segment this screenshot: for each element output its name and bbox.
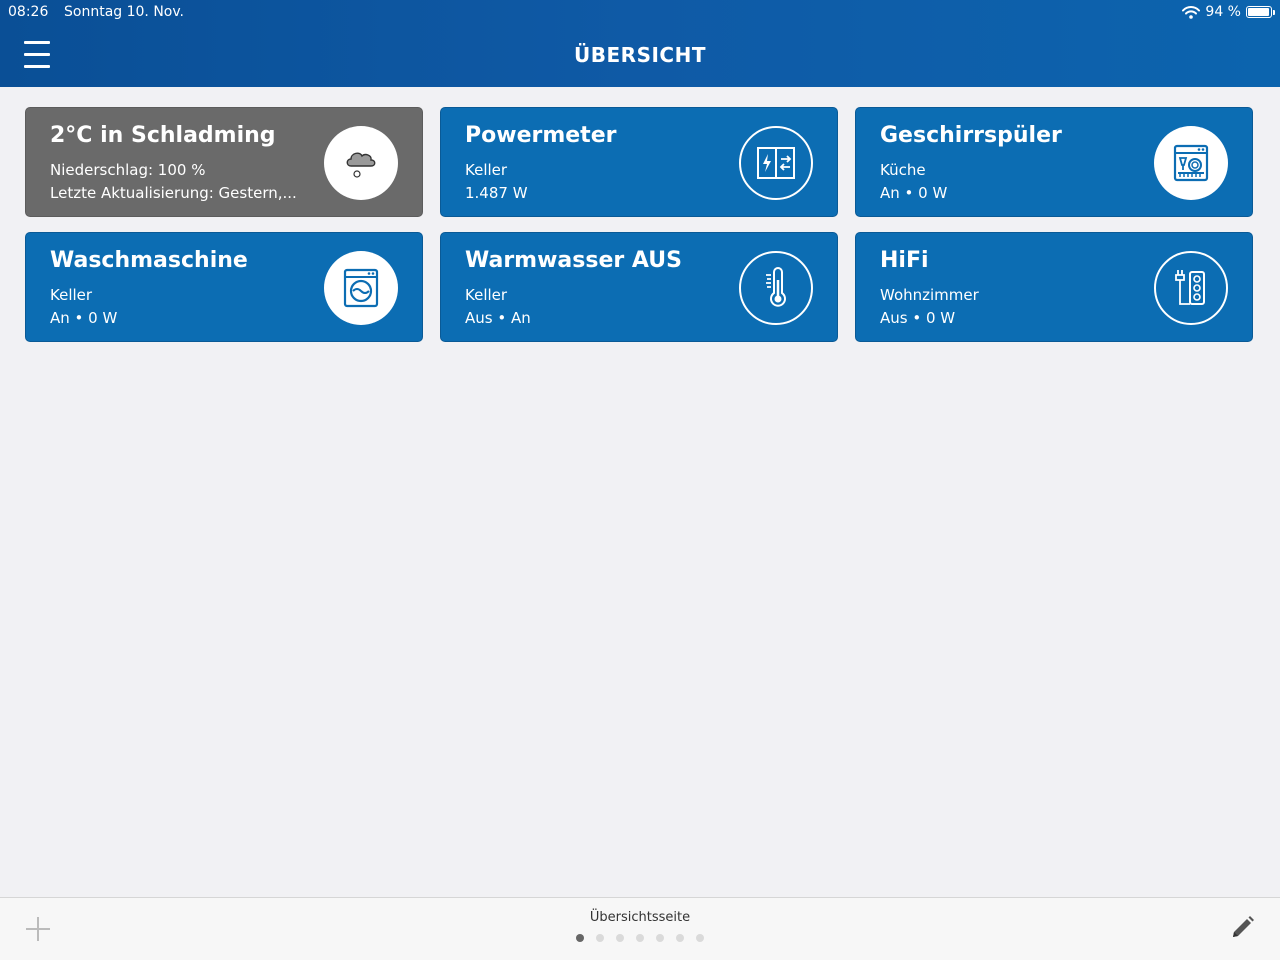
tile-title: 2°C in Schladming: [50, 123, 276, 148]
tile-subtitle: Wohnzimmer: [880, 286, 979, 304]
tile-title: Powermeter: [465, 123, 617, 148]
tile-status: Letzte Aktualisierung: Gestern,...: [50, 184, 297, 202]
page-dot[interactable]: [616, 934, 624, 942]
tile-powermeter[interactable]: Powermeter Keller 1.487 W: [440, 107, 838, 217]
tile-status: 1.487 W: [465, 184, 528, 202]
washing-machine-icon: [324, 251, 398, 325]
tile-status: An • 0 W: [880, 184, 948, 202]
tile-subtitle: Küche: [880, 161, 926, 179]
tile-status: Aus • 0 W: [880, 309, 956, 327]
tile-warm-water[interactable]: Warmwasser AUS Keller Aus • An: [440, 232, 838, 342]
power-strip-icon: [1154, 251, 1228, 325]
tile-title: Waschmaschine: [50, 248, 248, 273]
tile-subtitle: Keller: [465, 161, 508, 179]
page-dot[interactable]: [636, 934, 644, 942]
pencil-icon: [1233, 916, 1254, 937]
tile-dishwasher[interactable]: Geschirrspüler Küche An • 0 W: [855, 107, 1253, 217]
edit-button[interactable]: [1228, 914, 1256, 942]
bottom-toolbar: Übersichtsseite: [0, 897, 1280, 960]
tile-subtitle: Keller: [465, 286, 508, 304]
status-bar: 08:26 Sonntag 10. Nov. 94 %: [0, 0, 1280, 24]
status-indicators: 94 %: [1182, 4, 1275, 20]
page-dot[interactable]: [676, 934, 684, 942]
page-dot[interactable]: [596, 934, 604, 942]
tile-status: Aus • An: [465, 309, 531, 327]
page-label: Übersichtsseite: [589, 910, 691, 925]
tile-title: Geschirrspüler: [880, 123, 1062, 148]
tile-hifi[interactable]: HiFi Wohnzimmer Aus • 0 W: [855, 232, 1253, 342]
status-time: 08:26: [8, 4, 49, 20]
tile-subtitle: Keller: [50, 286, 93, 304]
tile-subtitle: Niederschlag: 100 %: [50, 161, 206, 179]
page-dot[interactable]: [696, 934, 704, 942]
thermometer-icon: [739, 251, 813, 325]
page-dot[interactable]: [656, 934, 664, 942]
tile-weather[interactable]: 2°C in Schladming Niederschlag: 100 % Le…: [25, 107, 423, 217]
page-dot[interactable]: [576, 934, 584, 942]
power-meter-icon: [739, 126, 813, 200]
weather-cloud-rain-icon: [324, 126, 398, 200]
tile-title: HiFi: [880, 248, 929, 273]
app-header: 08:26 Sonntag 10. Nov. 94 % ÜBERSICHT: [0, 0, 1280, 87]
page-title: ÜBERSICHT: [574, 43, 706, 67]
dishwasher-icon: [1154, 126, 1228, 200]
battery-icon: [1246, 6, 1275, 18]
status-date: Sonntag 10. Nov.: [64, 4, 185, 20]
tile-title: Warmwasser AUS: [465, 248, 682, 273]
page-indicator[interactable]: [0, 934, 1280, 942]
battery-percentage: 94 %: [1205, 4, 1241, 20]
tile-status: An • 0 W: [50, 309, 118, 327]
wifi-icon: [1182, 5, 1201, 19]
tile-washing-machine[interactable]: Waschmaschine Keller An • 0 W: [25, 232, 423, 342]
